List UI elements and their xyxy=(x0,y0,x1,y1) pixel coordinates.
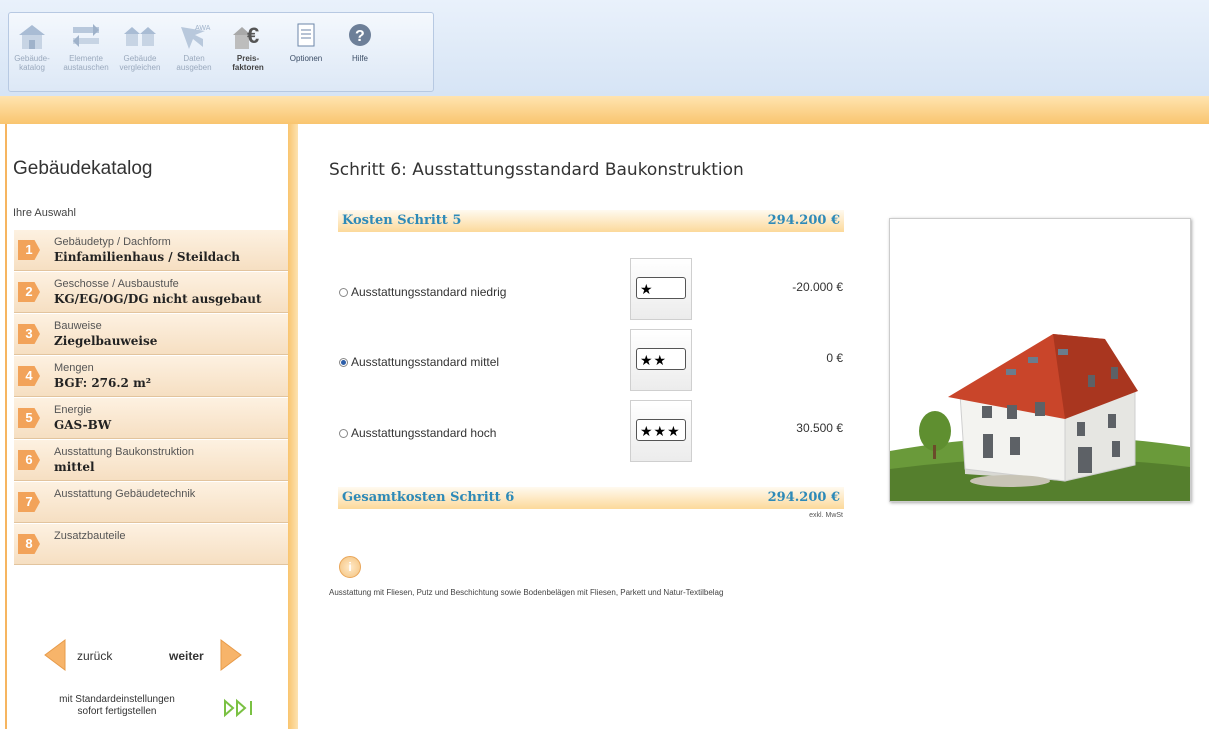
delta-medium: 0 € xyxy=(826,351,843,365)
stars-low: ★ xyxy=(636,277,686,299)
price-factors-button[interactable]: € Preis- faktoren xyxy=(225,21,271,83)
step-label: Mengen xyxy=(54,362,94,374)
option-medium[interactable]: Ausstattungsstandard mittel xyxy=(339,355,499,369)
step-label: Gebäudetyp / Dachform xyxy=(54,236,171,248)
step-value: Ziegelbauweise xyxy=(54,334,158,348)
option-low[interactable]: Ausstattungsstandard niedrig xyxy=(339,285,506,299)
step-number: 2 xyxy=(18,282,40,302)
radio-medium[interactable] xyxy=(339,358,348,367)
stars-high: ★★★ xyxy=(636,419,686,441)
stars-high-button[interactable]: ★★★ xyxy=(630,400,692,462)
arrow-left-icon xyxy=(44,639,66,671)
step-number: 7 xyxy=(18,492,40,512)
toolbar: Gebäude- katalog Elemente austauschen Ge… xyxy=(0,0,1209,97)
page-title: Schritt 6: Ausstattungsstandard Baukonst… xyxy=(329,160,744,180)
tax-note: exkl. MwSt xyxy=(809,512,843,519)
step-number: 3 xyxy=(18,324,40,344)
stars-medium: ★★ xyxy=(636,348,686,370)
radio-high[interactable] xyxy=(339,429,348,438)
step-1[interactable]: 1 Gebäudetyp / Dachform Einfamilienhaus … xyxy=(14,230,292,271)
building-catalog-button[interactable]: Gebäude- katalog xyxy=(9,21,55,83)
euro-sign: € xyxy=(247,23,259,48)
orange-header-bar xyxy=(0,96,1209,124)
help-button[interactable]: ? Hilfe xyxy=(337,21,383,83)
compare-buildings-icon xyxy=(124,27,156,46)
delta-low: -20.000 € xyxy=(792,280,843,294)
help-glyph: ? xyxy=(355,28,365,45)
previous-cost-label: Kosten Schritt 5 xyxy=(342,213,462,228)
options-icon xyxy=(297,23,315,47)
step-value: BGF: 276.2 m² xyxy=(54,376,152,390)
finish-label: mit Standardeinstellungen sofort fertigs… xyxy=(59,694,175,717)
sidebar: Gebäudekatalog Ihre Auswahl 1 Gebäudetyp… xyxy=(5,124,292,729)
step-2[interactable]: 2 Geschosse / Ausbaustufe KG/EG/OG/DG ni… xyxy=(14,272,292,313)
house-image xyxy=(889,218,1191,502)
compare-buildings-button[interactable]: Gebäude vergleichen xyxy=(117,21,163,83)
radio-low[interactable] xyxy=(339,288,348,297)
step-label: Energie xyxy=(54,404,92,416)
step-value: GAS-BW xyxy=(54,418,112,432)
option-high-label: Ausstattungsstandard hoch xyxy=(351,426,497,440)
delta-high: 30.500 € xyxy=(796,421,843,435)
step-value: Einfamilienhaus / Steildach xyxy=(54,250,240,264)
previous-cost-value: 294.200 € xyxy=(767,213,840,228)
info-icon: i xyxy=(339,556,361,578)
price-factors-icon: € xyxy=(233,23,259,49)
option-high[interactable]: Ausstattungsstandard hoch xyxy=(339,426,496,440)
previous-cost-bar: Kosten Schritt 5 294.200 € xyxy=(338,210,844,232)
next-label: weiter xyxy=(169,649,204,663)
step-number: 6 xyxy=(18,450,40,470)
step-label: Bauweise xyxy=(54,320,102,332)
description-text: Ausstattung mit Fliesen, Putz und Beschi… xyxy=(329,588,724,597)
step-number: 5 xyxy=(18,408,40,428)
step-label: Ausstattung Baukonstruktion xyxy=(54,446,195,458)
export-data-button[interactable]: AWA Daten ausgeben xyxy=(171,21,217,83)
next-button[interactable]: weiter xyxy=(169,638,249,672)
step-5[interactable]: 5 Energie GAS-BW xyxy=(14,398,292,439)
step-3[interactable]: 3 Bauweise Ziegelbauweise xyxy=(14,314,292,355)
sidebar-title: Gebäudekatalog xyxy=(13,158,153,179)
stars-medium-button[interactable]: ★★ xyxy=(630,329,692,391)
house-illustration xyxy=(890,219,1190,501)
step-value: mittel xyxy=(54,460,95,474)
help-icon: ? xyxy=(349,24,371,46)
stars-low-button[interactable]: ★ xyxy=(630,258,692,320)
back-button[interactable]: zurück xyxy=(43,638,133,672)
swap-elements-icon xyxy=(73,24,99,47)
step-label: Ausstattung Gebäudetechnik xyxy=(54,488,196,500)
options-button[interactable]: Optionen xyxy=(283,21,329,83)
step-number: 8 xyxy=(18,534,40,554)
step-value: KG/EG/OG/DG nicht ausgebaut xyxy=(54,292,262,306)
option-medium-label: Ausstattungsstandard mittel xyxy=(351,355,500,369)
panel-divider xyxy=(288,124,298,729)
step-4[interactable]: 4 Mengen BGF: 276.2 m² xyxy=(14,356,292,397)
total-cost-value: 294.200 € xyxy=(767,490,840,505)
swap-elements-button[interactable]: Elemente austauschen xyxy=(63,21,109,83)
finish-button[interactable]: mit Standardeinstellungen sofort fertigs… xyxy=(47,694,277,726)
total-cost-label: Gesamtkosten Schritt 6 xyxy=(342,490,515,505)
awa-label: AWA xyxy=(195,25,211,32)
step-number: 1 xyxy=(18,240,40,260)
fast-forward-icon xyxy=(224,698,252,718)
back-label: zurück xyxy=(77,649,113,663)
total-cost-bar: Gesamtkosten Schritt 6 294.200 € xyxy=(338,487,844,509)
export-data-icon: AWA xyxy=(181,25,211,49)
step-6[interactable]: 6 Ausstattung Baukonstruktion mittel xyxy=(14,440,292,481)
step-number: 4 xyxy=(18,366,40,386)
option-low-label: Ausstattungsstandard niedrig xyxy=(351,285,507,299)
step-label: Zusatzbauteile xyxy=(54,530,126,542)
building-catalog-icon xyxy=(19,25,45,49)
step-8[interactable]: 8 Zusatzbauteile xyxy=(14,524,292,565)
arrow-right-icon xyxy=(220,639,242,671)
sidebar-subtitle: Ihre Auswahl xyxy=(13,207,76,219)
ribbon-group: Gebäude- katalog Elemente austauschen Ge… xyxy=(8,12,434,92)
step-7[interactable]: 7 Ausstattung Gebäudetechnik xyxy=(14,482,292,523)
step-label: Geschosse / Ausbaustufe xyxy=(54,278,179,290)
